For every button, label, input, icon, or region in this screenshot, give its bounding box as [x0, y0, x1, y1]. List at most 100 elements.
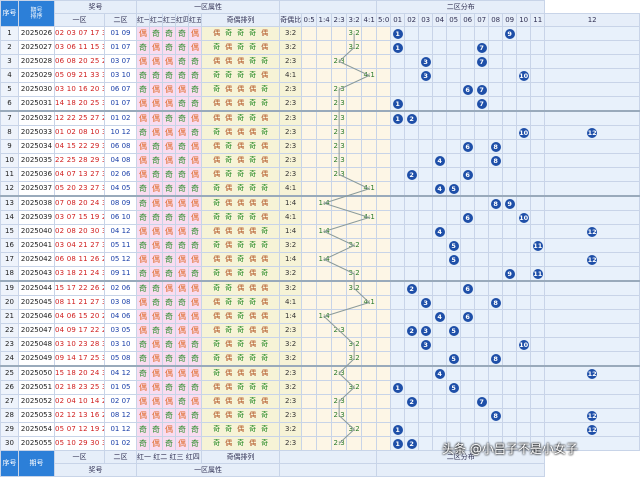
oe-value: 偶: [249, 269, 257, 277]
row-red-attr-3: 奇: [162, 408, 176, 423]
row-oe-arrangement: 奇奇偶奇奇: [200, 422, 281, 437]
ratio-hit: 1:4: [316, 252, 333, 267]
row-period: 2025043: [18, 266, 55, 282]
row-zone2-cell-8: [488, 125, 504, 140]
row-oe-ratio: 2:3: [279, 139, 303, 154]
attr-value: 偶: [165, 56, 173, 66]
attr-value: 奇: [165, 169, 173, 179]
row-ratio-cell-4: [361, 394, 378, 409]
row-zone2-cell-9: [502, 323, 518, 338]
row-red-attr-4: 偶: [175, 266, 189, 282]
row-ratio-cell-1: [316, 167, 333, 182]
row-ratio-cell-1: [316, 26, 333, 41]
row-zone1-numbers: 03 18 21 24 33: [54, 266, 105, 282]
row-ratio-cell-5: [376, 309, 392, 324]
row-zone2-cell-7: [474, 266, 490, 282]
row-zone2-cell-11: [530, 280, 546, 296]
row-red-attr-1: 偶: [136, 323, 150, 338]
row-zone2-cell-9: [502, 110, 518, 126]
attr-value: 偶: [139, 113, 147, 123]
row-zone2-cell-3: [418, 351, 434, 367]
row-ratio-cell-0: [301, 54, 318, 69]
table-row: 22202504704 09 17 22 2603 05偶奇奇偶偶偶奇奇偶偶2:…: [0, 323, 640, 338]
row-red-attr-5: 奇: [188, 266, 202, 282]
oe-value: 奇: [249, 354, 257, 362]
row-zone2-cell-4: [432, 40, 448, 55]
row-oe-arrangement: 偶偶奇偶偶: [200, 252, 281, 267]
row-zone2-cell-5: [446, 394, 462, 409]
row-oe-ratio: 2:3: [279, 110, 303, 126]
row-red-attr-1: 奇: [136, 280, 150, 296]
row-zone2-cell-4: 4: [432, 365, 448, 381]
oe-value: 奇: [225, 29, 233, 37]
row-red-attr-4: 奇: [175, 295, 189, 310]
row-oe-arrangement: 偶偶偶偶奇: [200, 224, 281, 239]
row-ratio-cell-3: [346, 210, 363, 225]
row-red-attr-4: 奇: [175, 351, 189, 367]
zone2-ball: 2: [406, 396, 417, 407]
row-red-attr-4: 偶: [175, 337, 189, 352]
row-red-attr-4: 奇: [175, 96, 189, 112]
oe-value: 偶: [237, 99, 245, 107]
row-zone2-cell-4: [432, 26, 448, 41]
attr-value: 奇: [152, 325, 160, 335]
row-ratio-cell-5: [376, 351, 392, 367]
row-zone2-cell-11: [530, 365, 546, 381]
row-ratio-cell-3: [346, 323, 363, 338]
row-zone2-cell-12: [544, 54, 640, 69]
row-ratio-cell-5: [376, 210, 392, 225]
row-zone2-cell-7: [474, 323, 490, 338]
row-zone2-cell-3: [418, 110, 434, 126]
ratio-hit: 4:1: [361, 210, 378, 225]
oe-value: 偶: [213, 142, 221, 150]
row-zone2-cell-9: [502, 54, 518, 69]
row-period: 2025040: [18, 224, 55, 239]
table-row: 2202502703 06 11 15 3001 07奇偶奇奇偶奇偶奇奇偶3:2…: [0, 40, 640, 55]
row-index: 28: [0, 408, 19, 423]
row-zone2-cell-3: [418, 40, 434, 55]
row-zone2-cell-9: [502, 167, 518, 182]
row-zone2-cell-11: [530, 351, 546, 367]
oe-value: 奇: [213, 354, 221, 362]
row-zone2-cell-10: [516, 139, 532, 154]
oe-value: 偶: [225, 340, 233, 348]
row-zone2-numbers: 05 12: [104, 252, 137, 267]
row-red-attr-5: 奇: [188, 380, 202, 395]
row-zone2-cell-2: [404, 125, 420, 140]
zone2-ball: 3: [420, 70, 431, 81]
header-period-sort[interactable]: 期号 排序: [18, 0, 55, 27]
row-red-attr-5: 偶: [188, 394, 202, 409]
oe-value: 偶: [249, 128, 257, 136]
attr-value: 奇: [139, 183, 147, 193]
row-zone2-cell-2: [404, 380, 420, 395]
oe-value: 偶: [249, 326, 257, 334]
zone2-ball: 4: [434, 183, 445, 194]
row-ratio-cell-5: [376, 238, 392, 253]
row-period: 2025049: [18, 351, 55, 367]
row-zone2-cell-5: 5: [446, 323, 462, 338]
row-zone2-cell-5: [446, 266, 462, 282]
row-zone2-cell-2: [404, 210, 420, 225]
zone2-ball: 3: [420, 297, 431, 308]
row-zone2-cell-5: 5: [446, 238, 462, 253]
row-zone2-numbers: 03 10: [104, 337, 137, 352]
table-row: 20202504508 11 21 27 3203 08偶奇奇奇偶偶奇奇奇偶4:…: [0, 295, 640, 310]
row-red-attr-5: 奇: [188, 422, 202, 437]
row-zone2-cell-9: [502, 337, 518, 352]
row-ratio-cell-5: [376, 125, 392, 140]
zone2-ball: 8: [490, 410, 501, 421]
footer-oe-label: 奇偶排列: [200, 450, 281, 464]
ratio-hit: 2:3: [331, 139, 348, 154]
attr-value: 奇: [178, 382, 186, 392]
row-zone2-cell-4: [432, 96, 448, 112]
row-zone1-numbers: 02 04 10 14 28: [54, 394, 105, 409]
row-zone2-cell-11: [530, 252, 546, 267]
table-row: 28202505302 12 13 16 2308 12偶偶奇偶奇偶偶奇偶奇2:…: [0, 408, 640, 423]
row-oe-arrangement: 奇偶偶偶奇: [200, 82, 281, 97]
row-red-attr-4: 奇: [175, 394, 189, 409]
sort-button[interactable]: 排序: [30, 13, 42, 20]
table-row: 27202505202 04 10 14 2802 07偶偶偶奇偶偶偶偶奇偶2:…: [0, 394, 640, 409]
row-zone1-numbers: 12 22 25 27 28: [54, 110, 105, 126]
row-ratio-cell-2: [331, 224, 348, 239]
oe-value: 偶: [225, 85, 233, 93]
